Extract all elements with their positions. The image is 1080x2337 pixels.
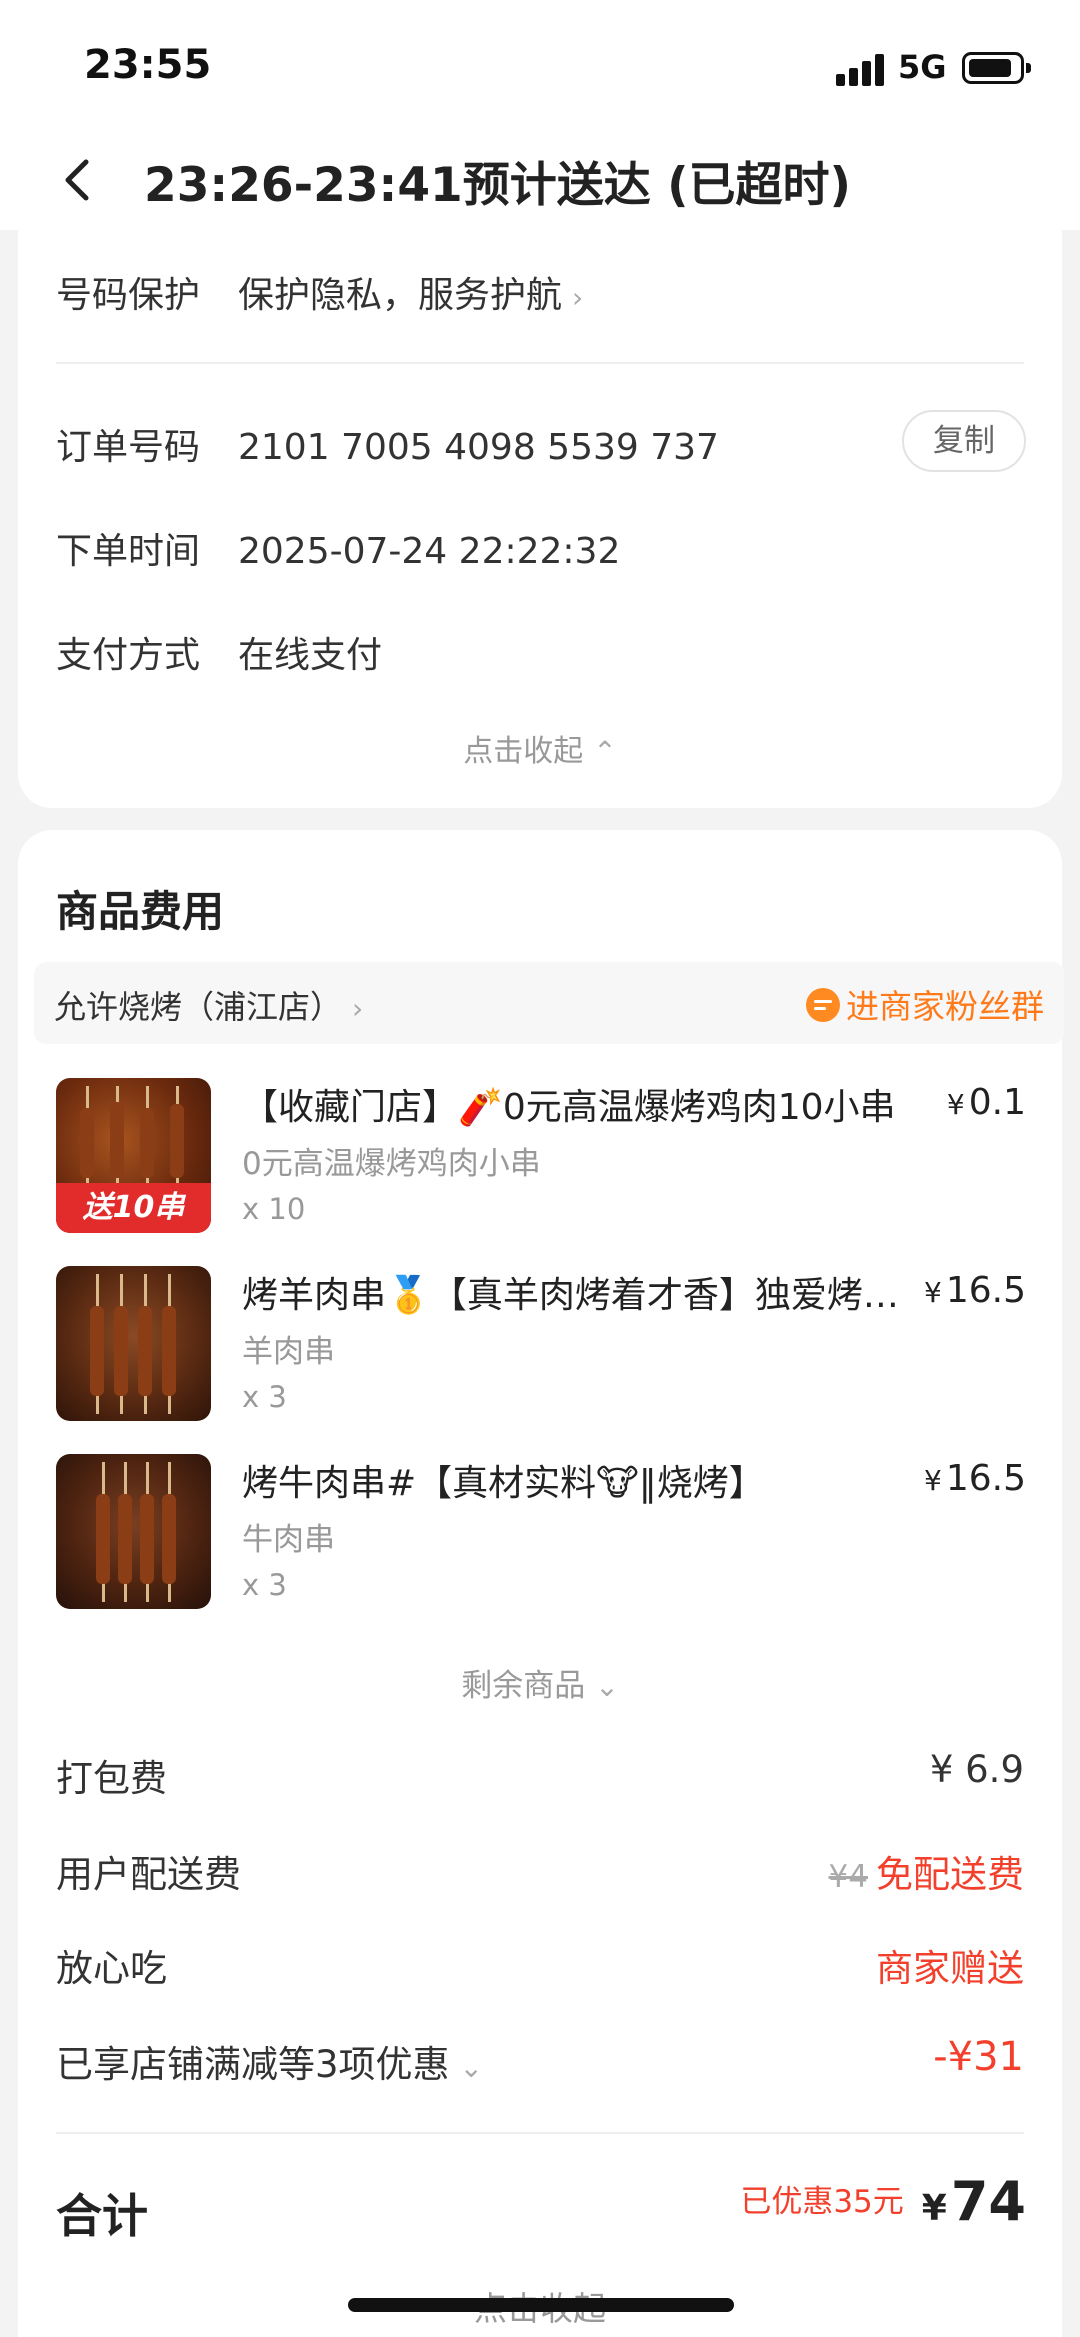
shop-link[interactable]: 允许烧烤（浦江店） › (54, 982, 363, 1028)
order-no-value: 2101 7005 4098 5539 737 (238, 427, 719, 468)
order-no-label: 订单号码 (56, 427, 201, 468)
item-price: ¥0.1 (946, 1082, 1026, 1123)
payment-row: 支付方式 在线支付 (56, 626, 382, 678)
order-time-row: 下单时间 2025-07-24 22:22:32 (56, 522, 620, 574)
battery-icon (962, 52, 1031, 84)
collapse-label: 点击收起 (463, 734, 584, 769)
item-qty: x 10 (242, 1192, 306, 1226)
fans-label: 进商家粉丝群 (846, 987, 1044, 1026)
item-spec: 羊肉串 (242, 1334, 335, 1370)
more-items-toggle[interactable]: 剩余商品 ⌄ (18, 1660, 1062, 1705)
list-item[interactable]: 烤牛肉串#【真材实料🐮‖烧烤】 ¥16.5 牛肉串 x 3 (56, 1454, 1026, 1614)
item-qty: x 3 (242, 1380, 287, 1414)
order-info-card: 号码保护 保护隐私，服务护航 › 订单号码 2101 7005 4098 5539 7… (18, 230, 1062, 808)
order-time-label: 下单时间 (56, 531, 201, 572)
safe-eat-label: 放心吃 (56, 1947, 167, 1990)
privacy-value: 保护隐私，服务护航 (238, 275, 563, 316)
item-title: 烤牛肉串#【真材实料🐮‖烧烤】 (242, 1463, 765, 1504)
item-title: 【收藏门店】🧨0元高温爆烤鸡肉10小串 (242, 1087, 896, 1128)
delivery-original-price: ¥4 (828, 1859, 868, 1895)
safe-eat-value: 商家赠送 (876, 1947, 1024, 1990)
item-price: ¥16.5 (924, 1270, 1026, 1311)
signal-icon (836, 52, 886, 86)
item-spec: 0元高温爆烤鸡肉小串 (242, 1146, 541, 1182)
chat-icon (806, 988, 840, 1022)
total-amount: ¥74 (921, 2170, 1026, 2233)
chevron-up-icon: ⌃ (593, 735, 617, 768)
chevron-down-icon: ⌄ (595, 1670, 619, 1703)
total-label: 合计 (56, 2189, 148, 2243)
collapse-toggle[interactable]: 点击收起 ⌃ (18, 726, 1062, 770)
chevron-right-icon: › (572, 281, 584, 314)
product-image (56, 1266, 211, 1421)
payment-value: 在线支付 (238, 635, 383, 676)
packing-fee-value: ¥ 6.9 (929, 1748, 1024, 1791)
discount-row[interactable]: 已享店铺满减等3项优惠 ⌄ -¥31 (56, 2034, 1024, 2088)
list-item[interactable]: 烤羊肉串🥇【真羊肉烤着才香】独爱烤羊肉串 ¥16.5 羊肉串 x 3 (56, 1266, 1026, 1426)
total-summary: 已优惠35元 ¥74 (740, 2170, 1026, 2233)
item-qty: x 3 (242, 1568, 287, 1602)
order-no-row: 订单号码 2101 7005 4098 5539 737 (56, 418, 719, 470)
divider (56, 362, 1024, 364)
discount-label: 已享店铺满减等3项优惠 (56, 2043, 450, 2086)
shop-name: 允许烧烤（浦江店） (54, 988, 343, 1026)
safe-eat-row: 放心吃 商家赠送 (56, 1938, 1024, 1992)
goods-title: 商品费用 (56, 887, 225, 936)
network-label: 5G (898, 48, 947, 86)
order-time-value: 2025-07-24 22:22:32 (238, 531, 621, 572)
page-title: 23:26-23:41预计送达 (已超时) (144, 158, 852, 213)
chevron-right-icon: › (352, 992, 364, 1025)
privacy-label: 号码保护 (56, 275, 201, 316)
item-spec: 牛肉串 (242, 1522, 335, 1558)
status-bar: 23:55 5G (0, 0, 1080, 130)
more-items-label: 剩余商品 (461, 1668, 586, 1704)
packing-fee-label: 打包费 (56, 1757, 167, 1800)
divider (56, 2132, 1024, 2134)
chevron-down-icon: ⌄ (459, 2051, 484, 2084)
shop-bar: 允许烧烤（浦江店） › 进商家粉丝群 (34, 962, 1064, 1044)
delivery-fee-label: 用户配送费 (56, 1853, 241, 1896)
discount-value: -¥31 (933, 2034, 1024, 2080)
privacy-row[interactable]: 号码保护 保护隐私，服务护航 › (56, 266, 583, 318)
payment-label: 支付方式 (56, 635, 201, 676)
fans-group-button[interactable]: 进商家粉丝群 (806, 980, 1044, 1028)
item-price: ¥16.5 (924, 1458, 1026, 1499)
chevron-left-icon (65, 159, 89, 201)
goods-card: 商品费用 允许烧烤（浦江店） › 进商家粉丝群 送10串 【收藏门店】🧨0元高温爆… (18, 830, 1064, 2337)
promo-badge: 送10串 (56, 1183, 211, 1233)
packing-fee-row: 打包费 ¥ 6.9 (56, 1748, 1024, 1802)
saved-amount: 已优惠35元 (740, 2184, 904, 2220)
item-title: 烤羊肉串🥇【真羊肉烤着才香】独爱烤羊肉串 (242, 1275, 922, 1316)
product-image (56, 1454, 211, 1609)
back-button[interactable] (58, 150, 98, 210)
list-item[interactable]: 送10串 【收藏门店】🧨0元高温爆烤鸡肉10小串 ¥0.1 0元高温爆烤鸡肉小串… (56, 1078, 1026, 1238)
delivery-fee-row: 用户配送费 ¥4 免配送费 (56, 1844, 1024, 1898)
nav-bar: 23:26-23:41预计送达 (已超时) (0, 130, 1080, 230)
product-image: 送10串 (56, 1078, 211, 1233)
delivery-fee-value: 免配送费 (876, 1853, 1024, 1896)
home-indicator[interactable] (348, 2298, 734, 2312)
copy-button[interactable]: 复制 (902, 410, 1026, 472)
status-time: 23:55 (84, 42, 212, 88)
